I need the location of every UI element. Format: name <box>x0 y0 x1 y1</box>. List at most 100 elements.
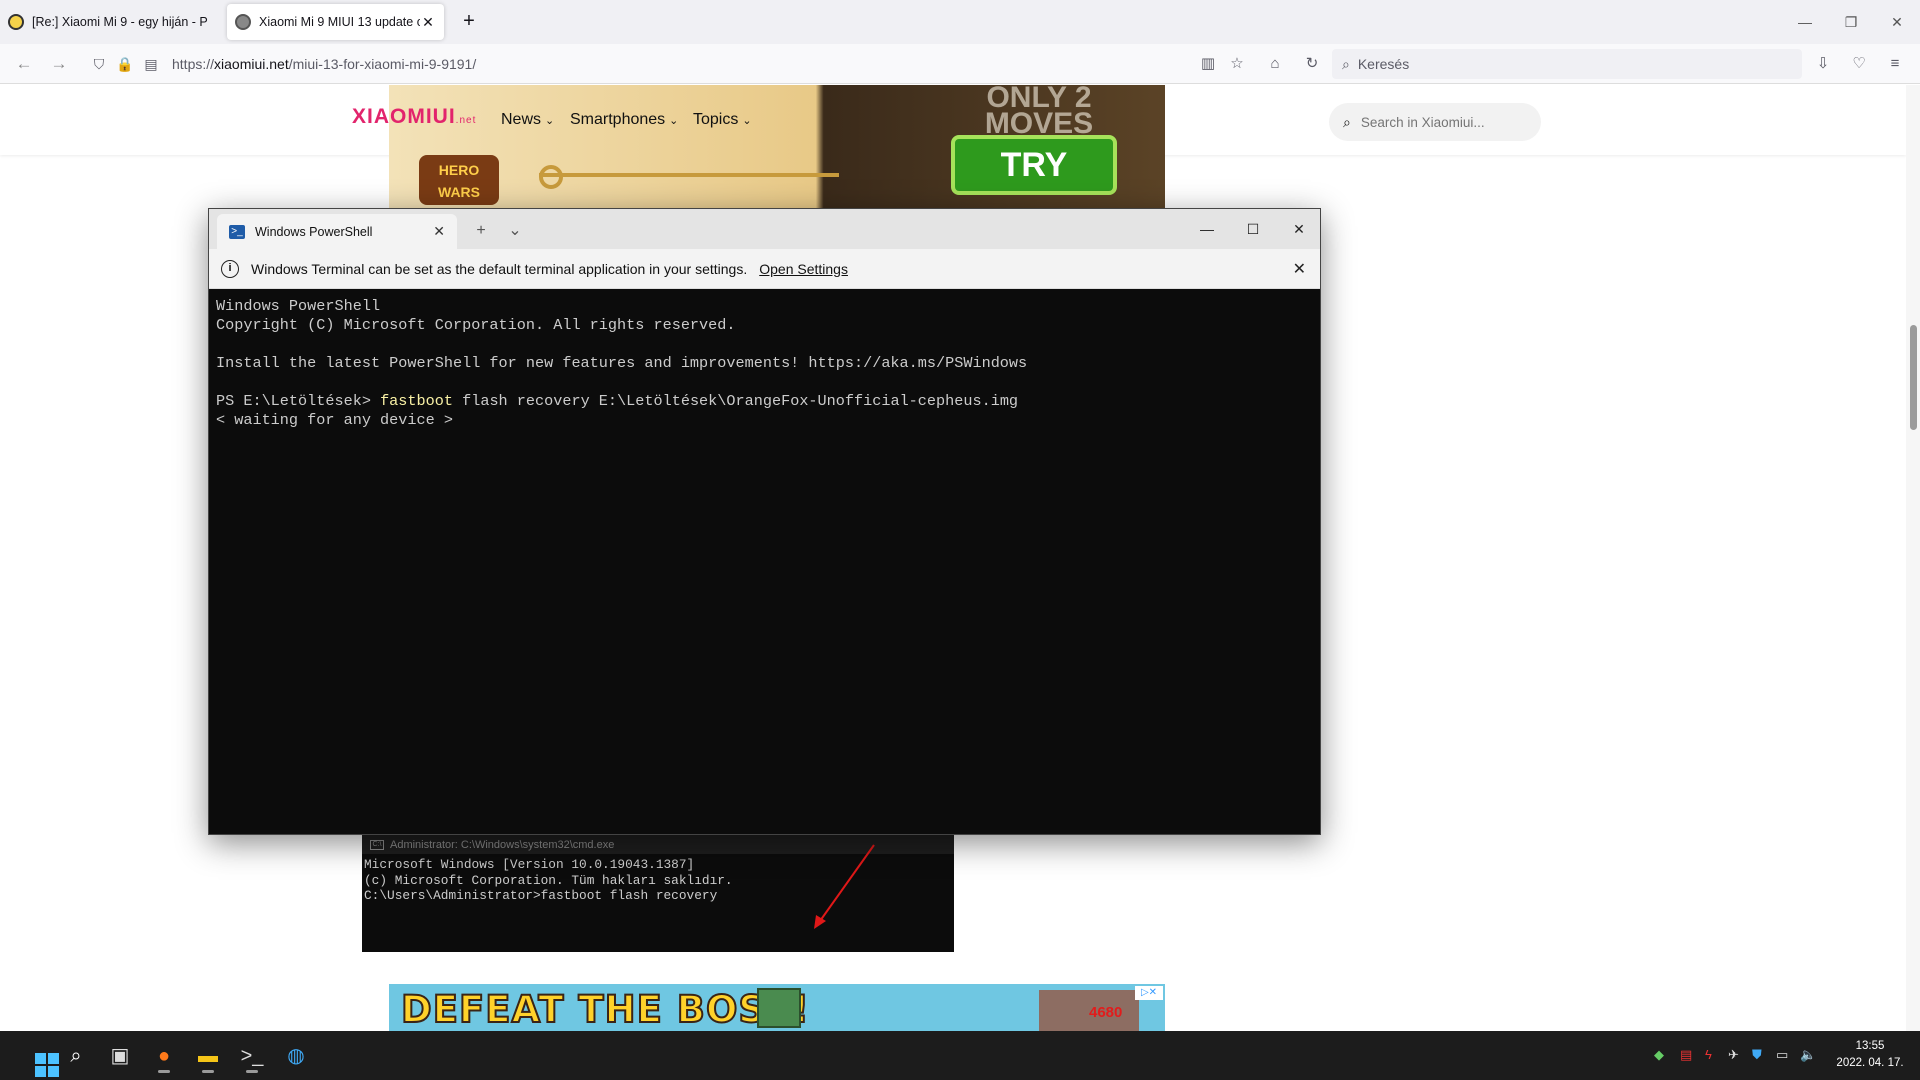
page-permissions-icon[interactable]: ▤ <box>138 56 164 73</box>
clock-time: 13:55 <box>1855 1040 1885 1052</box>
terminal-titlebar[interactable]: >_ Windows PowerShell ✕ + ⌄ — ☐ ✕ <box>209 209 1320 249</box>
close-tab-icon[interactable]: ✕ <box>420 14 436 31</box>
cmd-screenshot-image: C:\ Administrator: C:\Windows\system32\c… <box>362 835 954 952</box>
nav-smartphones[interactable]: Smartphones ⌄ <box>570 111 678 129</box>
ad-headline: ONLY 2 MOVES <box>984 85 1094 140</box>
scrollbar-thumb[interactable] <box>1910 325 1917 430</box>
nvidia-tray-icon[interactable]: ◆ <box>1654 1047 1664 1063</box>
browser-tab-xiaomiui[interactable]: Xiaomi Mi 9 MIUI 13 update car ✕ <box>227 4 444 40</box>
site-search-input[interactable] <box>1360 114 1521 130</box>
ad-score: 4680 <box>1089 1004 1123 1021</box>
ad-game-thumbnail <box>757 988 801 1028</box>
tracking-protection-shield-icon[interactable]: ⛉ <box>86 56 112 73</box>
cmd-title: Administrator: C:\Windows\system32\cmd.e… <box>390 838 615 851</box>
windows-terminal-window[interactable]: >_ Windows PowerShell ✕ + ⌄ — ☐ ✕ i Wind… <box>208 208 1321 835</box>
ad-choices-icon[interactable]: ▷✕ <box>1135 986 1163 1000</box>
browser-tab-bar: [Re:] Xiaomi Mi 9 - egy hiján - P Xiaomi… <box>0 0 1920 44</box>
command-name: fastboot <box>380 392 453 410</box>
chevron-down-icon: ⌄ <box>742 115 752 127</box>
search-icon[interactable]: ⌕ <box>58 1039 94 1073</box>
taskbar-clock[interactable]: 13:55 2022. 04. 17. <box>1830 1038 1910 1072</box>
powershell-icon: >_ <box>229 224 245 239</box>
chevron-down-icon: ⌄ <box>545 115 555 127</box>
search-icon: ⌕ <box>1342 55 1350 72</box>
back-button[interactable]: ← <box>12 52 36 76</box>
command-args: flash recovery E:\Letöltések\OrangeFox-U… <box>452 392 1019 410</box>
info-message: Windows Terminal can be set as the defau… <box>251 260 748 277</box>
top-advertisement[interactable]: ONLY 2 MOVES HERO WARS TRY <box>389 85 1165 209</box>
home-icon[interactable]: ⌂ <box>1263 52 1287 76</box>
ad-hero-wars-logo: HERO WARS <box>419 155 499 205</box>
nav-topics[interactable]: Topics ⌄ <box>693 111 752 129</box>
search-icon: ⌕ <box>1343 113 1351 130</box>
tab-title: Xiaomi Mi 9 MIUI 13 update car <box>259 15 420 29</box>
running-indicator <box>202 1070 214 1073</box>
reload-icon[interactable]: ↻ <box>1300 52 1324 76</box>
network-icon[interactable]: ▭ <box>1776 1047 1788 1063</box>
security-shield-icon[interactable]: ⛊ <box>1752 1047 1762 1063</box>
lock-icon[interactable]: 🔒 <box>112 56 138 73</box>
globe-app-icon[interactable]: ◍ <box>278 1039 314 1073</box>
terminal-minimize-button[interactable]: — <box>1184 215 1230 243</box>
start-button[interactable] <box>14 1039 59 1077</box>
close-info-bar-icon[interactable]: ✕ <box>1293 259 1306 279</box>
bottom-advertisement[interactable]: DEFEAT THE BOSS! 4680 ▷✕ <box>389 984 1165 1031</box>
prompt: PS E:\Letöltések> <box>216 392 381 410</box>
windows-taskbar: ⌕ ▣ ● ▬ >_ ◍ ◆ ▤ ϟ ✈ ⛊ ▭ 🔈 13:55 2022. 0… <box>0 1031 1920 1080</box>
new-tab-button[interactable]: + <box>458 10 480 32</box>
running-indicator <box>246 1070 258 1073</box>
terminal-maximize-button[interactable]: ☐ <box>1230 215 1276 243</box>
task-view-icon[interactable]: ▣ <box>102 1039 138 1073</box>
new-terminal-tab-button[interactable]: + <box>469 219 493 243</box>
terminal-output[interactable]: Windows PowerShell Copyright (C) Microsof… <box>209 289 1320 835</box>
windows-logo-icon <box>35 1053 59 1077</box>
bookmark-star-icon[interactable]: ☆ <box>1225 52 1249 76</box>
cmd-window-icon: C:\ <box>370 839 384 850</box>
open-settings-link[interactable]: Open Settings <box>759 261 848 277</box>
browser-navigation-bar: ← → ⛉ 🔒 ▤ https://xiaomiui.net/miui-13-f… <box>0 44 1920 84</box>
reader-view-icon[interactable]: ▥ <box>1196 52 1220 76</box>
terminal-close-button[interactable]: ✕ <box>1276 215 1322 243</box>
prohardver-favicon-icon <box>8 14 24 30</box>
close-tab-icon[interactable]: ✕ <box>433 223 445 240</box>
terminal-tab-powershell[interactable]: >_ Windows PowerShell ✕ <box>217 214 457 249</box>
browser-search-box[interactable]: ⌕ Keresés <box>1332 49 1802 79</box>
terminal-command-line: PS E:\Letöltések> fastboot flash recover… <box>216 392 1313 411</box>
running-indicator <box>158 1070 170 1073</box>
ad-rope <box>539 173 839 177</box>
close-window-button[interactable]: ✕ <box>1874 8 1920 36</box>
restore-window-button[interactable]: ❐ <box>1828 8 1874 36</box>
browser-tab-prohardver[interactable]: [Re:] Xiaomi Mi 9 - egy hiján - P <box>0 4 217 40</box>
site-logo[interactable]: XIAOMIUI.net <box>352 105 476 129</box>
info-icon: i <box>221 259 239 278</box>
flash-tray-icon[interactable]: ϟ <box>1705 1047 1712 1062</box>
chevron-down-icon: ⌄ <box>669 115 679 127</box>
terminal-icon[interactable]: >_ <box>234 1039 270 1073</box>
tab-title: [Re:] Xiaomi Mi 9 - egy hiján - P <box>32 15 208 29</box>
pocket-icon[interactable]: ♡ <box>1847 52 1871 76</box>
file-explorer-icon[interactable]: ▬ <box>190 1039 226 1073</box>
plane-tray-icon[interactable]: ✈ <box>1728 1047 1739 1063</box>
forward-button[interactable]: → <box>47 52 71 76</box>
terminal-line: < waiting for any device > <box>216 411 453 429</box>
page-scrollbar[interactable] <box>1906 85 1920 1031</box>
volume-icon[interactable]: 🔈 <box>1800 1047 1816 1063</box>
url-text[interactable]: https://xiaomiui.net/miui-13-for-xiaomi-… <box>172 56 476 72</box>
site-search-box[interactable]: ⌕ <box>1329 103 1541 141</box>
clock-date: 2022. 04. 17. <box>1836 1057 1904 1069</box>
tab-dropdown-icon[interactable]: ⌄ <box>503 219 527 243</box>
terminal-line: Install the latest PowerShell for new fe… <box>216 354 1028 372</box>
ad-try-button[interactable]: TRY <box>951 135 1117 195</box>
terminal-line: Windows PowerShell <box>216 297 381 315</box>
nav-news[interactable]: News ⌄ <box>501 111 554 129</box>
firefox-icon[interactable]: ● <box>146 1039 182 1073</box>
menu-hamburger-icon[interactable]: ≡ <box>1883 52 1907 76</box>
extensions-icon[interactable]: ⇩ <box>1811 52 1835 76</box>
address-bar[interactable]: ⛉ 🔒 ▤ https://xiaomiui.net/miui-13-for-x… <box>86 49 1196 79</box>
tray-app-icon[interactable]: ▤ <box>1680 1047 1692 1063</box>
search-placeholder: Keresés <box>1357 56 1410 72</box>
terminal-line: Copyright (C) Microsoft Corporation. All… <box>216 316 736 334</box>
minimize-window-button[interactable]: — <box>1782 8 1828 36</box>
